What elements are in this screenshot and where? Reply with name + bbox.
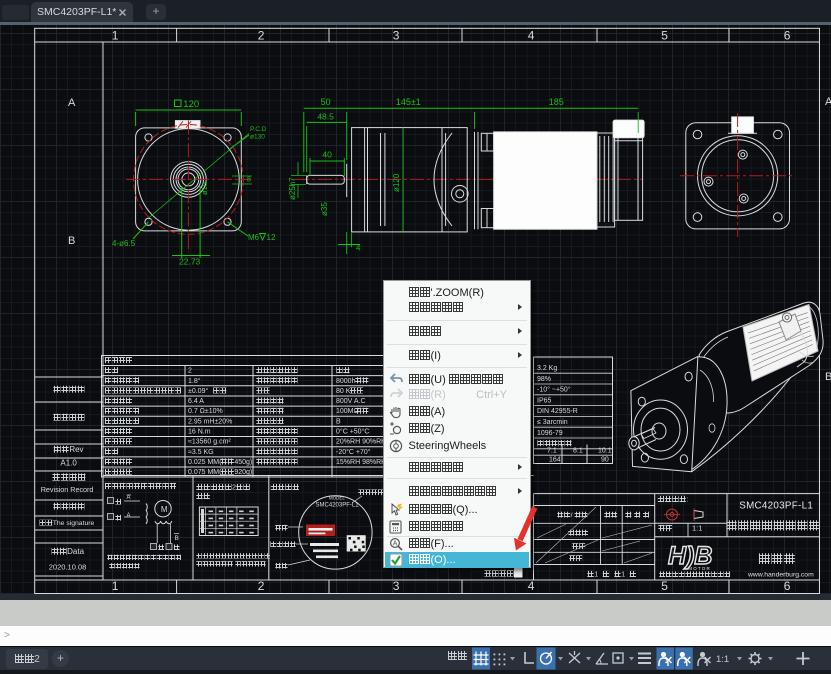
svg-text:185: 185: [549, 97, 564, 107]
svg-text:B: B: [825, 371, 831, 383]
svg-text:3: 3: [393, 29, 400, 43]
svg-text:ø35: ø35: [320, 202, 329, 216]
svg-text:1: 1: [112, 29, 119, 43]
svg-text:800V A.C: 800V A.C: [336, 398, 366, 405]
svg-text:www.handerburg.com: www.handerburg.com: [747, 572, 814, 579]
svg-text:Revision Record: Revision Record: [41, 485, 94, 494]
svg-text:80 K: 80 K: [336, 388, 351, 395]
svg-text:DIN 42955-R: DIN 42955-R: [537, 408, 578, 415]
svg-text:A: A: [392, 541, 397, 548]
svg-text:≤ 3arcmin: ≤ 3arcmin: [537, 419, 568, 426]
svg-text:4: 4: [356, 244, 361, 253]
svg-text:/: /: [571, 512, 573, 519]
svg-text:M: M: [161, 505, 168, 514]
svg-text:98%: 98%: [537, 376, 551, 383]
svg-text:2.95 mH±20%: 2.95 mH±20%: [188, 418, 232, 425]
svg-text:Rev: Rev: [69, 445, 83, 454]
svg-text:90: 90: [601, 457, 609, 464]
svg-text:50: 50: [321, 97, 331, 107]
svg-text:1: 1: [621, 570, 625, 579]
svg-text:2: 2: [258, 579, 265, 593]
svg-text:A1.0: A1.0: [60, 459, 77, 468]
svg-text:MODEL: MODEL: [329, 496, 346, 501]
svg-text::: :: [686, 495, 688, 504]
svg-text:≈3.5 KG: ≈3.5 KG: [188, 449, 214, 456]
svg-text:ø19: ø19: [200, 182, 209, 195]
svg-text:-10° ~+50°: -10° ~+50°: [537, 386, 571, 394]
svg-text:1: 1: [112, 579, 119, 593]
svg-text:1:1: 1:1: [692, 524, 702, 533]
svg-text:M6: M6: [248, 233, 260, 242]
svg-text:145±1: 145±1: [396, 97, 421, 107]
svg-text:8000h: 8000h: [336, 378, 356, 385]
svg-text:22.73: 22.73: [179, 257, 201, 267]
svg-text:4: 4: [528, 579, 535, 593]
svg-text:4: 4: [528, 29, 535, 43]
svg-text:8: 8: [247, 177, 251, 184]
svg-text:M O T O R: M O T O R: [688, 566, 710, 571]
svg-text:12: 12: [267, 233, 276, 242]
svg-text:2020.10.08: 2020.10.08: [49, 563, 87, 572]
svg-text:5: 5: [661, 29, 668, 43]
svg-text:7:1: 7:1: [547, 448, 557, 455]
svg-text:±0.09°: ±0.09°: [188, 387, 208, 395]
svg-text:The signature: The signature: [53, 520, 95, 527]
svg-text:ø130: ø130: [250, 134, 265, 141]
svg-text:450g): 450g): [234, 459, 252, 466]
svg-text:-20°C +70°: -20°C +70°: [336, 448, 371, 456]
svg-text:40: 40: [322, 150, 332, 160]
svg-text:164: 164: [549, 457, 561, 464]
svg-text:6: 6: [784, 579, 791, 593]
svg-text:SMC4203PF-L1: SMC4203PF-L1: [316, 503, 360, 509]
svg-text:ø25h7: ø25h7: [288, 177, 297, 200]
svg-text:2: 2: [258, 29, 265, 43]
svg-text:3.2 Kg: 3.2 Kg: [537, 365, 557, 372]
svg-text:8:1: 8:1: [573, 448, 583, 455]
svg-text:48.5: 48.5: [317, 112, 334, 122]
svg-text:6: 6: [784, 29, 791, 43]
svg-text:1: 1: [594, 570, 598, 579]
svg-text:2: 2: [188, 368, 192, 375]
svg-text:A: A: [127, 495, 131, 501]
svg-text:SMC4203PF-L1: SMC4203PF-L1: [739, 501, 813, 512]
svg-text:16 N.m: 16 N.m: [188, 429, 211, 436]
svg-text:10:1: 10:1: [598, 448, 612, 455]
svg-text:A: A: [68, 97, 76, 109]
svg-text:15%RH 98%RH: 15%RH 98%RH: [336, 459, 386, 466]
svg-text:1.8°: 1.8°: [188, 377, 201, 385]
svg-text:B: B: [68, 235, 75, 247]
svg-text:P.C.D: P.C.D: [250, 126, 267, 133]
svg-text:6.4 A: 6.4 A: [188, 398, 204, 405]
svg-text:≈13560 g.cm²: ≈13560 g.cm²: [188, 439, 231, 446]
svg-text:IP65: IP65: [537, 397, 552, 404]
svg-text:0.7 Ω±10%: 0.7 Ω±10%: [188, 408, 223, 415]
svg-text:120: 120: [183, 99, 199, 110]
svg-text:1096-79: 1096-79: [537, 430, 563, 437]
svg-text:B: B: [175, 535, 179, 542]
svg-text:5: 5: [661, 579, 668, 593]
svg-text:0.025 MM(: 0.025 MM(: [188, 459, 222, 466]
svg-text:0°C +50°C: 0°C +50°C: [336, 428, 369, 436]
svg-text:A: A: [127, 513, 131, 519]
svg-text:4-ø6.5: 4-ø6.5: [112, 239, 136, 248]
svg-text:Data: Data: [67, 547, 84, 556]
svg-text:A: A: [825, 96, 831, 108]
svg-text:ø120: ø120: [392, 173, 401, 192]
svg-text:3: 3: [393, 579, 400, 593]
svg-text:2: 2: [232, 483, 236, 492]
svg-text:20%RH 90%RH: 20%RH 90%RH: [336, 439, 386, 446]
svg-text:B: B: [336, 418, 341, 425]
